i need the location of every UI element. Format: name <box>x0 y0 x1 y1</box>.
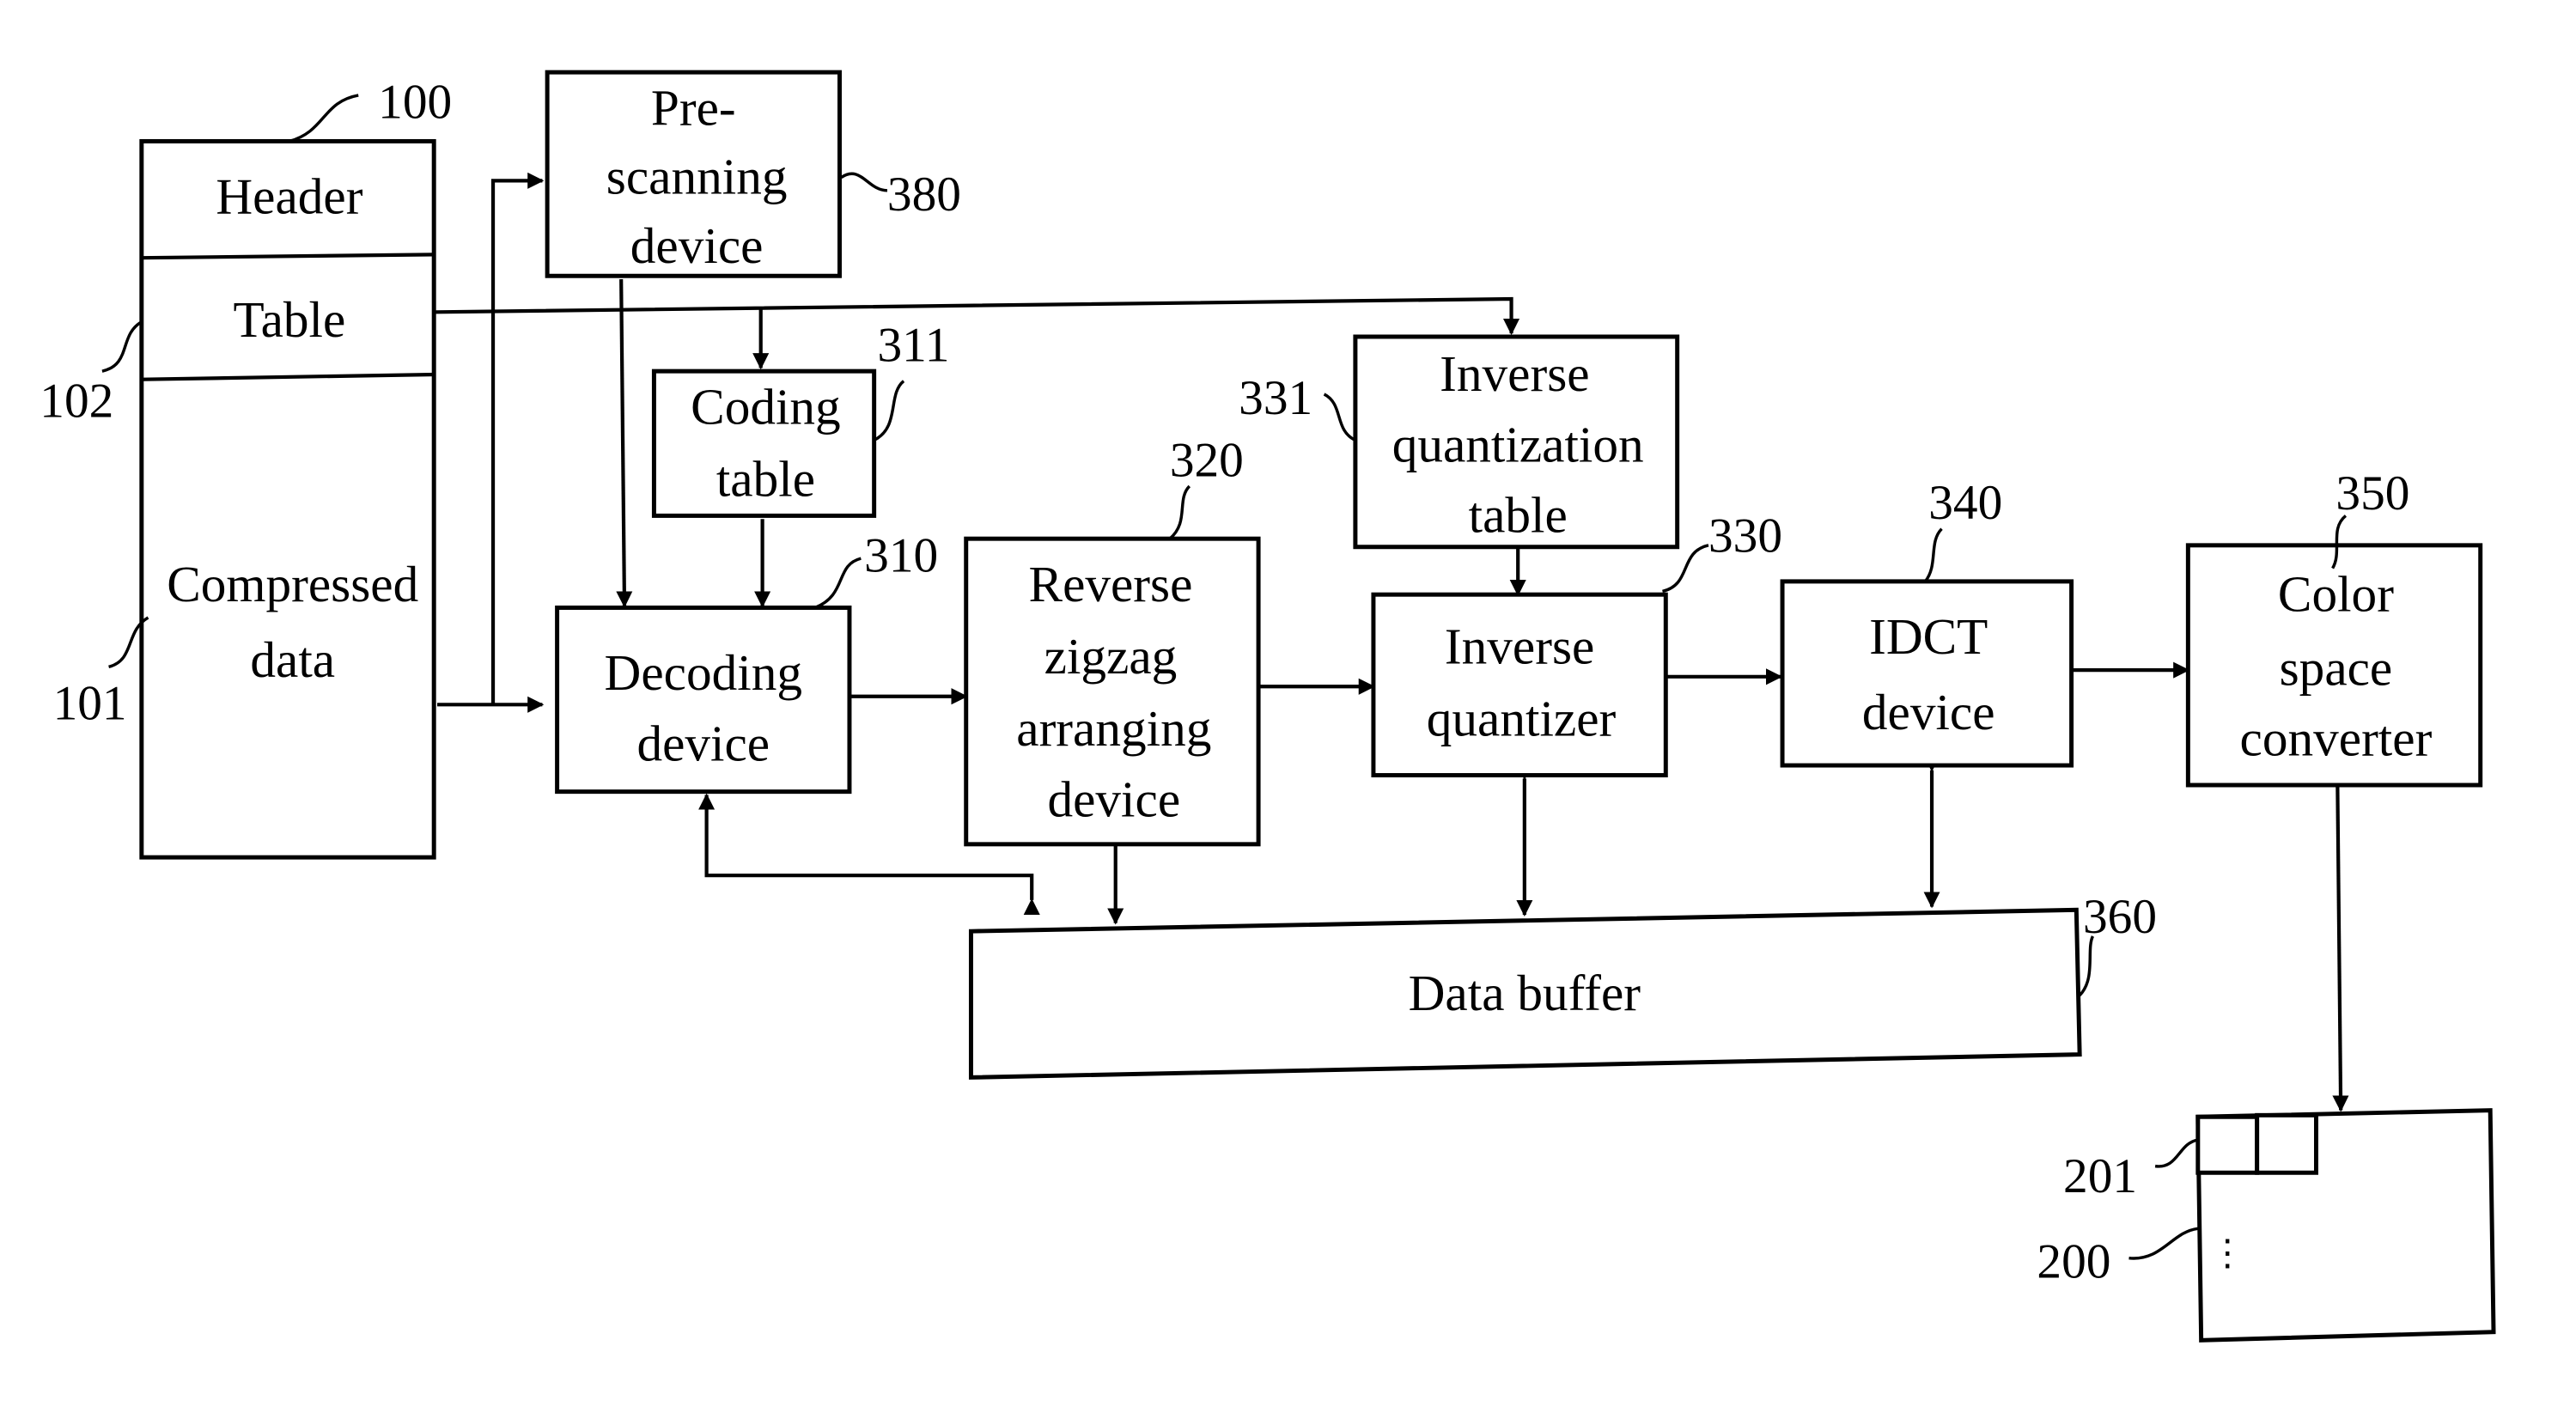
inverse-quantization-table: Inverse quantization table 331 <box>1239 334 1680 550</box>
leader-line <box>1323 393 1356 442</box>
zigzag-line3: arranging <box>1016 700 1211 757</box>
output-image: ⋮ 201 200 <box>2037 1108 2496 1343</box>
arrow-prescan-to-decoding <box>616 279 633 608</box>
ref-102: 102 <box>40 375 113 429</box>
reverse-zigzag-device: Reverse zigzag arranging device 320 <box>964 434 1261 847</box>
decoding-line1: Decoding <box>605 644 802 701</box>
leader-line <box>2078 935 2095 996</box>
arrow-table-to-iq-table <box>435 296 1520 336</box>
zigzag-line1: Reverse <box>1029 556 1193 612</box>
arrow-color-to-output <box>2332 784 2349 1112</box>
leader-line <box>2128 1227 2199 1260</box>
data-buffer-label: Data buffer <box>1409 965 1641 1021</box>
decoding-line2: device <box>636 715 770 771</box>
ref-350: 350 <box>2335 466 2409 521</box>
ref-340: 340 <box>1928 476 2002 530</box>
leader-line <box>1923 527 1943 582</box>
ref-331: 331 <box>1239 371 1312 425</box>
ref-380: 380 <box>887 167 961 222</box>
leader-line <box>1168 484 1191 540</box>
prescanning-line1: Pre- <box>651 79 736 136</box>
leader-line <box>873 380 905 442</box>
coding-table: Coding table 311 <box>651 319 949 518</box>
iq-table-line2: quantization <box>1392 416 1644 472</box>
leader-line <box>101 320 143 373</box>
idct-line1: IDCT <box>1869 608 1988 665</box>
leader-line <box>814 557 862 610</box>
header-section-label: Header <box>216 168 362 225</box>
iq-table-line1: Inverse <box>1440 345 1589 402</box>
pixel-block <box>2255 1112 2318 1175</box>
ref-200: 200 <box>2037 1235 2110 1289</box>
color-line2: space <box>2280 639 2393 696</box>
prescanning-line3: device <box>630 217 764 274</box>
ref-320: 320 <box>1170 434 1244 488</box>
pixel-block-201 <box>2195 1114 2260 1175</box>
coding-table-line1: Coding <box>691 378 841 435</box>
ref-101: 101 <box>53 677 127 731</box>
color-space-converter: Color space converter 350 <box>2185 466 2483 788</box>
leader-line <box>289 94 359 143</box>
leader-line <box>1662 544 1709 594</box>
prescanning-line2: scanning <box>606 149 788 205</box>
decoding-device: Decoding device 310 <box>555 528 938 795</box>
prescanning-device: Pre- scanning device 380 <box>545 70 961 278</box>
color-line1: Color <box>2278 565 2394 622</box>
compressed-data-label-line1: Compressed <box>167 556 418 612</box>
table-section-label: Table <box>234 291 346 348</box>
zigzag-line2: zigzag <box>1044 628 1178 685</box>
ref-100: 100 <box>378 76 452 130</box>
ref-201: 201 <box>2063 1149 2137 1203</box>
leader-line <box>2154 1138 2199 1168</box>
color-line3: converter <box>2240 710 2433 767</box>
ref-330: 330 <box>1708 508 1782 563</box>
iq-table-line3: table <box>1469 487 1568 544</box>
arrow-data-to-prescanning <box>490 172 545 705</box>
ref-360: 360 <box>2083 890 2157 944</box>
block-diagram: Header Table Compressed data 100 102 101 <box>0 0 2576 1421</box>
compressed-file-frame <box>139 138 436 860</box>
zigzag-line4: device <box>1047 770 1180 827</box>
data-buffer: Data buffer 360 <box>968 890 2157 1080</box>
iq-line1: Inverse <box>1445 618 1594 675</box>
compressed-data-label-line2: data <box>250 631 335 688</box>
leader-line <box>840 172 888 192</box>
idct-device: IDCT device 340 <box>1780 476 2074 768</box>
ellipsis-icon: ⋮ <box>2209 1233 2245 1273</box>
ref-310: 310 <box>864 528 938 582</box>
idct-line2: device <box>1862 684 1995 740</box>
ref-311: 311 <box>877 319 949 373</box>
coding-table-line2: table <box>716 450 815 507</box>
compressed-file: Header Table Compressed data 100 102 101 <box>40 76 452 860</box>
iq-line2: quantizer <box>1427 691 1617 747</box>
